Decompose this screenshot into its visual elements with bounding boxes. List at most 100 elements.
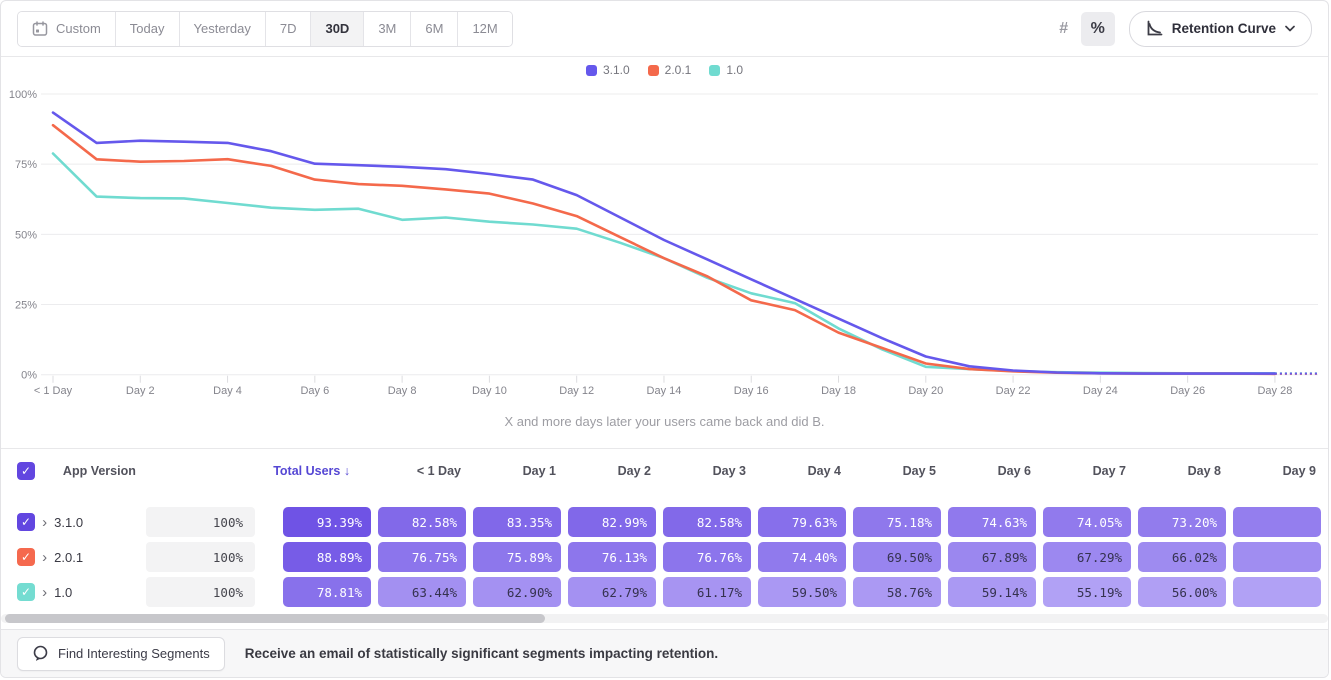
date-range-label: 7D [280, 21, 297, 36]
retention-cell[interactable]: 88.89% [283, 542, 371, 572]
retention-chart: 0%25%50%75%100%< 1 DayDay 2Day 4Day 6Day… [1, 57, 1329, 409]
x-axis-label: Day 8 [388, 385, 417, 397]
x-axis-label: Day 12 [559, 385, 594, 397]
date-range-30d[interactable]: 30D [311, 12, 364, 46]
retention-curve-icon [1146, 20, 1163, 37]
retention-cell[interactable]: 67.29% [1043, 542, 1131, 572]
retention-cell[interactable]: 82.58% [378, 507, 466, 537]
chart-subtitle: X and more days later your users came ba… [1, 414, 1328, 429]
date-range-7d[interactable]: 7D [266, 12, 312, 46]
toolbar-right: #% Retention Curve [1047, 11, 1312, 47]
x-axis-label: Day 2 [126, 385, 155, 397]
column-header-day: Day 5 [853, 464, 941, 478]
date-range-custom[interactable]: Custom [18, 12, 116, 46]
retention-cell[interactable]: 76.75% [378, 542, 466, 572]
retention-cell[interactable]: 93.39% [283, 507, 371, 537]
column-header-day: Day 8 [1138, 464, 1226, 478]
row-expand-chevron[interactable]: › [35, 585, 54, 600]
retention-cell[interactable]: 61.17% [663, 577, 751, 607]
retention-report: Custom Today Yesterday 7D 30D 3M 6M12M #% Rete… [0, 0, 1329, 678]
table-row: ✓›2.0.1100%88.89%76.75%75.89%76.13%76.76… [1, 542, 1328, 572]
x-axis-label: Day 18 [821, 385, 856, 397]
date-range-3m[interactable]: 3M [364, 12, 411, 46]
select-all-checkbox-wrap: ✓ [17, 462, 35, 480]
retention-cell[interactable]: 59.14% [948, 577, 1036, 607]
find-interesting-segments-button[interactable]: Find Interesting Segments [17, 637, 225, 671]
sort-desc-icon: ↓ [344, 464, 350, 478]
table-row: ✓›1.0100%78.81%63.44%62.90%62.79%61.17%5… [1, 577, 1328, 607]
retention-line-1.0 [53, 154, 1275, 374]
retention-cell[interactable]: 59.50% [758, 577, 846, 607]
segments-button-label: Find Interesting Segments [58, 646, 210, 661]
retention-cell[interactable]: 66.02% [1138, 542, 1226, 572]
x-axis-label: Day 6 [300, 385, 329, 397]
retention-cell[interactable]: 82.99% [568, 507, 656, 537]
total-users-cell: 100% [146, 577, 255, 607]
retention-cell[interactable]: 75.89% [473, 542, 561, 572]
retention-cell[interactable]: 75.18% [853, 507, 941, 537]
x-axis-label: Day 4 [213, 385, 242, 397]
percent-mode-button[interactable]: % [1081, 12, 1115, 46]
date-range-label: 3M [378, 21, 396, 36]
y-axis-label: 100% [9, 89, 37, 101]
date-range-yesterday[interactable]: Yesterday [180, 12, 266, 46]
date-range-6m[interactable]: 6M [411, 12, 458, 46]
retention-cell-clipped [1233, 577, 1321, 607]
toolbar: Custom Today Yesterday 7D 30D 3M 6M12M #% Rete… [1, 1, 1328, 57]
retention-cell[interactable]: 58.76% [853, 577, 941, 607]
retention-cell[interactable]: 79.63% [758, 507, 846, 537]
horizontal-scrollbar-thumb[interactable] [5, 614, 545, 623]
x-axis-label: Day 26 [1170, 385, 1205, 397]
row-checkbox[interactable]: ✓ [17, 513, 35, 531]
retention-cell[interactable]: 67.89% [948, 542, 1036, 572]
retention-cell[interactable]: 83.35% [473, 507, 561, 537]
date-range-label: Custom [56, 21, 101, 36]
retention-cell[interactable]: 76.13% [568, 542, 656, 572]
retention-cell[interactable]: 82.58% [663, 507, 751, 537]
retention-cell[interactable]: 69.50% [853, 542, 941, 572]
retention-cell[interactable]: 62.90% [473, 577, 561, 607]
chart-type-dropdown[interactable]: Retention Curve [1129, 11, 1312, 47]
column-header-day: Day 2 [568, 464, 656, 478]
column-header-day: Day 6 [948, 464, 1036, 478]
x-axis-label: Day 10 [472, 385, 507, 397]
row-checkbox-wrap: ✓ [17, 583, 35, 601]
retention-cell[interactable]: 62.79% [568, 577, 656, 607]
footer-bar: Find Interesting Segments Receive an ema… [1, 629, 1328, 677]
retention-cell[interactable]: 63.44% [378, 577, 466, 607]
x-axis-label: Day 14 [647, 385, 682, 397]
horizontal-scrollbar-track[interactable] [1, 614, 1328, 623]
retention-cell[interactable]: 76.76% [663, 542, 751, 572]
row-expand-chevron[interactable]: › [35, 550, 54, 565]
x-axis-label: Day 24 [1083, 385, 1118, 397]
select-all-checkbox[interactable]: ✓ [17, 462, 35, 480]
absolute-mode-button[interactable]: # [1047, 12, 1081, 46]
y-axis-label: 50% [15, 229, 37, 241]
row-checkbox[interactable]: ✓ [17, 548, 35, 566]
explore-circle-icon [32, 645, 49, 662]
retention-cell[interactable]: 74.63% [948, 507, 1036, 537]
row-expand-chevron[interactable]: › [35, 515, 54, 530]
column-header-total-users[interactable]: Total Users ↓ [197, 464, 351, 478]
retention-line-3.1.0 [53, 113, 1275, 374]
row-app-version: 1.0 [54, 585, 146, 600]
chevron-down-icon [1285, 25, 1295, 32]
date-range-today[interactable]: Today [116, 12, 180, 46]
column-header-day: Day 7 [1043, 464, 1131, 478]
column-header-day: < 1 Day [378, 464, 466, 478]
y-axis-label: 25% [15, 300, 37, 312]
date-range-12m[interactable]: 12M [458, 12, 511, 46]
retention-cell[interactable]: 74.40% [758, 542, 846, 572]
retention-cell[interactable]: 55.19% [1043, 577, 1131, 607]
retention-cell[interactable]: 56.00% [1138, 577, 1226, 607]
value-mode-group: #% [1047, 12, 1115, 46]
retention-cell[interactable]: 73.20% [1138, 507, 1226, 537]
row-checkbox[interactable]: ✓ [17, 583, 35, 601]
row-checkbox-wrap: ✓ [17, 548, 35, 566]
retention-cell[interactable]: 78.81% [283, 577, 371, 607]
retention-cell[interactable]: 74.05% [1043, 507, 1131, 537]
x-axis-label: < 1 Day [34, 385, 73, 397]
total-users-cell: 100% [146, 542, 255, 572]
retention-cell-clipped [1233, 542, 1321, 572]
date-range-label: Yesterday [194, 21, 251, 36]
